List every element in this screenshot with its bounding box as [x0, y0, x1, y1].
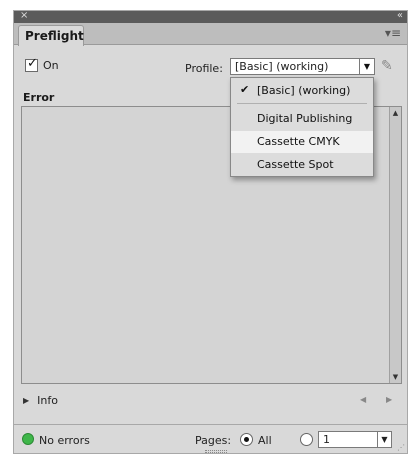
next-arrow-icon[interactable]: ▶	[386, 395, 392, 404]
pages-range-value: 1	[323, 433, 330, 446]
menu-item-digital-publishing[interactable]: Digital Publishing	[231, 108, 373, 130]
collapse-icon[interactable]: «	[397, 9, 403, 22]
on-toggle[interactable]: On	[25, 56, 59, 72]
on-label: On	[43, 59, 59, 72]
pages-all-radio[interactable]	[240, 433, 253, 446]
menu-item-cassette-cmyk[interactable]: Cassette CMYK	[231, 131, 373, 153]
vertical-scrollbar[interactable]: ▲ ▼	[389, 107, 401, 383]
edit-profile-icon[interactable]: ✎	[381, 57, 397, 75]
previous-arrow-icon[interactable]: ◀	[360, 395, 366, 404]
status-ok-icon	[22, 433, 34, 445]
tab-preflight[interactable]: Preflight	[18, 25, 84, 46]
chevron-down-icon[interactable]: ▼	[377, 432, 391, 447]
status-text[interactable]: No errors	[39, 434, 90, 447]
status-bar: No errors Pages: All 1 ▼ ⋰	[14, 424, 407, 454]
scroll-down-icon[interactable]: ▼	[390, 371, 401, 383]
on-checkbox[interactable]	[25, 56, 38, 72]
profile-select-value: [Basic] (working)	[235, 60, 329, 73]
resize-grip[interactable]	[205, 450, 227, 453]
tab-row: Preflight ▾≡	[14, 23, 407, 46]
profile-dropdown-menu: [Basic] (working) Digital Publishing Cas…	[230, 77, 374, 177]
expand-triangle-icon[interactable]: ▶	[23, 396, 29, 405]
scroll-up-icon[interactable]: ▲	[390, 107, 401, 119]
info-label: Info	[37, 394, 58, 407]
info-section-toggle[interactable]: ▶ Info	[23, 394, 58, 407]
profile-label: Profile:	[185, 62, 223, 75]
pages-label: Pages:	[195, 434, 232, 447]
profile-select[interactable]: [Basic] (working) ▼	[230, 58, 375, 75]
panel-menu-icon[interactable]: ▾≡	[385, 26, 401, 40]
chevron-down-icon[interactable]: ▼	[359, 59, 374, 74]
panel-title-strip: × «	[14, 9, 407, 23]
pages-all-label: All	[258, 434, 272, 447]
close-icon[interactable]: ×	[20, 9, 28, 22]
error-column-header[interactable]: Error	[23, 91, 223, 104]
menu-divider	[237, 103, 367, 104]
menu-item-cassette-spot[interactable]: Cassette Spot	[231, 154, 373, 176]
pages-range-select[interactable]: 1 ▼	[318, 431, 392, 448]
menu-item-basic-working[interactable]: [Basic] (working)	[231, 80, 373, 102]
pages-range-radio[interactable]	[300, 433, 313, 446]
resize-corner-icon[interactable]: ⋰	[397, 443, 405, 452]
